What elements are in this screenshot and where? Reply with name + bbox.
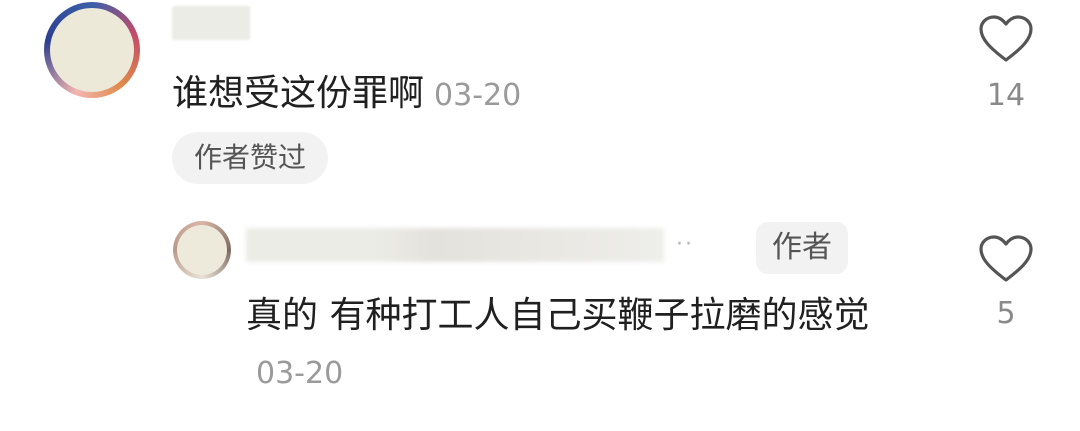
reply-like-button[interactable]	[978, 234, 1034, 284]
comment-date: 03-20	[434, 78, 522, 113]
reply-like-count: 5	[996, 296, 1016, 331]
author-liked-badge: 作者赞过	[172, 132, 329, 184]
reply-text: 真的 有种打工人自己买鞭子拉磨的感觉 03-20	[246, 288, 906, 402]
name-ellipsis: ··	[676, 232, 694, 257]
reply-username-redacted[interactable]	[246, 228, 664, 262]
reply-date: 03-20	[256, 356, 344, 391]
avatar-image	[50, 8, 134, 92]
heart-outline-icon	[978, 234, 1034, 284]
author-badge: 作者	[756, 222, 848, 274]
reply-body: 真的 有种打工人自己买鞭子拉磨的感觉	[246, 295, 870, 336]
heart-outline-icon	[978, 14, 1034, 64]
username-redacted[interactable]	[172, 6, 250, 40]
comment-body: 谁想受这份罪啊	[172, 73, 425, 114]
comment-text: 谁想受这份罪啊 03-20	[172, 68, 521, 122]
reply-avatar-image	[177, 225, 227, 275]
like-count: 14	[986, 78, 1026, 113]
like-button[interactable]	[978, 14, 1034, 64]
